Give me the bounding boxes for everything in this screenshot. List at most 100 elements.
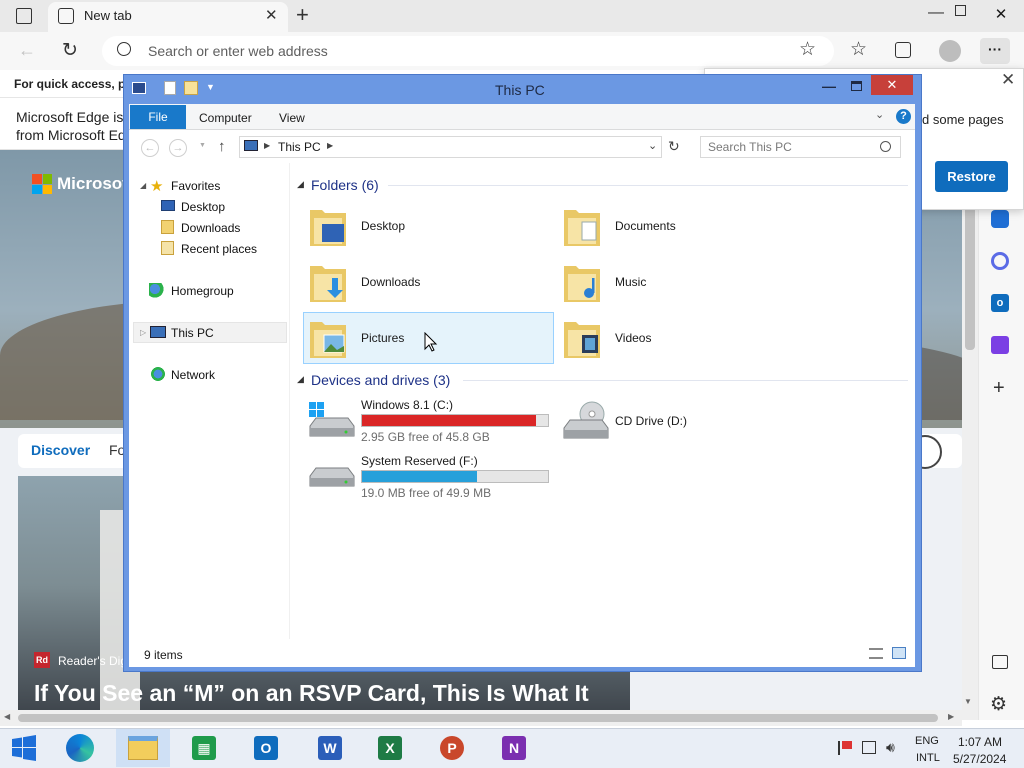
sidebar-add-icon[interactable]: + [993, 377, 1005, 400]
address-dropdown-icon[interactable]: ⌄ [648, 139, 657, 152]
nav-homegroup[interactable]: Homegroup [171, 284, 234, 298]
maximize-window-icon[interactable] [851, 81, 862, 91]
forward-nav-icon[interactable]: → [169, 139, 187, 157]
popup-text: d some pages [922, 112, 1004, 127]
sidebar-outlook-icon[interactable]: o [991, 294, 1009, 312]
collapse-drives-icon[interactable]: ◢ [297, 374, 304, 385]
nav-this-pc[interactable]: This PC [171, 326, 214, 340]
vertical-scroll-thumb[interactable] [965, 190, 975, 350]
restore-button[interactable]: Restore [935, 161, 1008, 192]
add-favorite-icon[interactable]: ☆ [799, 38, 816, 61]
quick-access-dropdown-icon[interactable]: ▼ [206, 82, 215, 92]
tab-title: New tab [84, 8, 132, 23]
language-code[interactable]: ENG [915, 735, 939, 747]
notice-line-2: from Microsoft Edg [16, 127, 134, 143]
nav-desktop[interactable]: Desktop [181, 200, 225, 214]
tab-actions-icon[interactable] [16, 8, 32, 24]
drive-free-c: 2.95 GB free of 45.8 GB [361, 430, 490, 444]
network-tray-icon[interactable] [862, 741, 876, 754]
settings-more-button[interactable]: ··· [980, 38, 1010, 64]
up-nav-icon[interactable]: ↑ [218, 138, 226, 155]
close-tab-icon[interactable]: ✕ [265, 6, 278, 24]
sidebar-copilot-icon[interactable] [991, 252, 1009, 270]
sidebar-expand-icon[interactable] [992, 655, 1008, 669]
folders-group-header[interactable]: Folders (6) [311, 177, 379, 193]
new-tab-icon[interactable]: + [296, 2, 309, 28]
close-browser-button[interactable]: ✕ [978, 0, 1024, 28]
minimize-window-icon[interactable]: — [822, 78, 836, 94]
scroll-right-icon[interactable]: ▶ [948, 712, 954, 721]
folder-label-desktop: Desktop [361, 219, 406, 233]
recent-locations-icon[interactable]: ▼ [199, 142, 206, 149]
refresh-explorer-icon[interactable]: ↻ [668, 138, 680, 155]
store-app-icon: ▦ [192, 736, 216, 760]
taskbar-word[interactable]: W [310, 729, 350, 767]
collapse-folders-icon[interactable]: ◢ [297, 179, 304, 190]
tab-discover[interactable]: Discover [31, 442, 90, 458]
close-popup-icon[interactable]: ✕ [1001, 70, 1015, 90]
expand-ribbon-icon[interactable]: ⌄ [875, 108, 884, 121]
breadcrumb-this-pc[interactable]: This PC [278, 140, 321, 154]
taskbar-edge[interactable] [60, 729, 100, 767]
profile-avatar[interactable] [939, 40, 961, 62]
close-window-button[interactable]: ✕ [871, 75, 913, 95]
ribbon-tab-file[interactable]: File [130, 105, 186, 129]
sidebar-games-icon[interactable] [991, 210, 1009, 228]
taskbar-outlook[interactable]: O [246, 729, 286, 767]
taskbar-file-explorer[interactable] [116, 729, 170, 767]
edge-tab-icon [58, 8, 74, 24]
folder-label-videos: Videos [615, 331, 652, 345]
sidebar-settings-icon[interactable]: ⚙ [990, 693, 1007, 716]
hard-drive-icon [306, 462, 356, 496]
drive-usage-bar-c [361, 414, 549, 427]
back-nav-icon[interactable]: ← [141, 139, 159, 157]
keyboard-layout[interactable]: INTL [916, 752, 940, 764]
minimize-browser-icon[interactable]: — [928, 4, 944, 22]
edge-icon [66, 734, 94, 762]
action-center-flag-icon[interactable] [838, 741, 852, 755]
expand-favorites-icon[interactable]: ◢ [140, 181, 146, 190]
help-icon[interactable]: ? [896, 109, 911, 124]
back-icon[interactable]: ← [18, 40, 36, 61]
start-button[interactable] [4, 729, 44, 767]
collections-icon[interactable] [895, 42, 911, 58]
clock-time[interactable]: 1:07 AM [958, 735, 1002, 749]
favorites-icon[interactable]: ☆ [850, 38, 867, 61]
music-folder-icon [562, 260, 600, 302]
card-source: Reader's Dig [58, 654, 127, 668]
excel-icon: X [378, 736, 402, 760]
properties-icon[interactable] [164, 81, 176, 95]
taskbar-excel[interactable]: X [370, 729, 410, 767]
expand-this-pc-icon[interactable]: ▷ [140, 328, 146, 337]
nav-recent-places[interactable]: Recent places [181, 242, 257, 256]
explorer-search-input[interactable]: Search This PC [708, 140, 792, 154]
drives-group-header[interactable]: Devices and drives (3) [311, 372, 450, 388]
clock-date[interactable]: 5/27/2024 [953, 752, 1006, 766]
downloads-folder-icon [308, 260, 346, 302]
desktop-icon [161, 200, 175, 211]
downloads-icon [161, 220, 174, 234]
scroll-down-icon[interactable]: ▼ [964, 697, 972, 706]
large-icons-view-icon[interactable] [892, 647, 906, 659]
nav-downloads[interactable]: Downloads [181, 221, 240, 235]
taskbar-onenote[interactable]: N [494, 729, 534, 767]
breadcrumb-arrow-icon[interactable]: ▶ [327, 141, 333, 150]
taskbar-excel-store[interactable]: ▦ [184, 729, 224, 767]
nav-favorites[interactable]: Favorites [171, 179, 220, 193]
restore-browser-icon[interactable] [955, 5, 966, 16]
refresh-icon[interactable]: ↻ [62, 39, 78, 62]
search-icon [880, 141, 891, 152]
new-folder-icon[interactable] [184, 81, 198, 95]
card-headline[interactable]: If You See an “M” on an RSVP Card, This … [34, 680, 626, 707]
sidebar-designer-icon[interactable] [991, 336, 1009, 354]
breadcrumb-arrow-icon[interactable]: ▶ [264, 141, 270, 150]
ribbon-tab-view[interactable]: View [279, 111, 305, 125]
horizontal-scroll-thumb[interactable] [18, 714, 938, 722]
scroll-left-icon[interactable]: ◀ [4, 712, 10, 721]
address-input[interactable]: Search or enter web address [148, 43, 328, 59]
details-view-icon[interactable] [869, 648, 883, 659]
volume-icon[interactable]: 🔊︎ [886, 739, 895, 756]
nav-network[interactable]: Network [171, 368, 215, 382]
ribbon-tab-computer[interactable]: Computer [199, 111, 252, 125]
taskbar-powerpoint[interactable]: P [432, 729, 472, 767]
